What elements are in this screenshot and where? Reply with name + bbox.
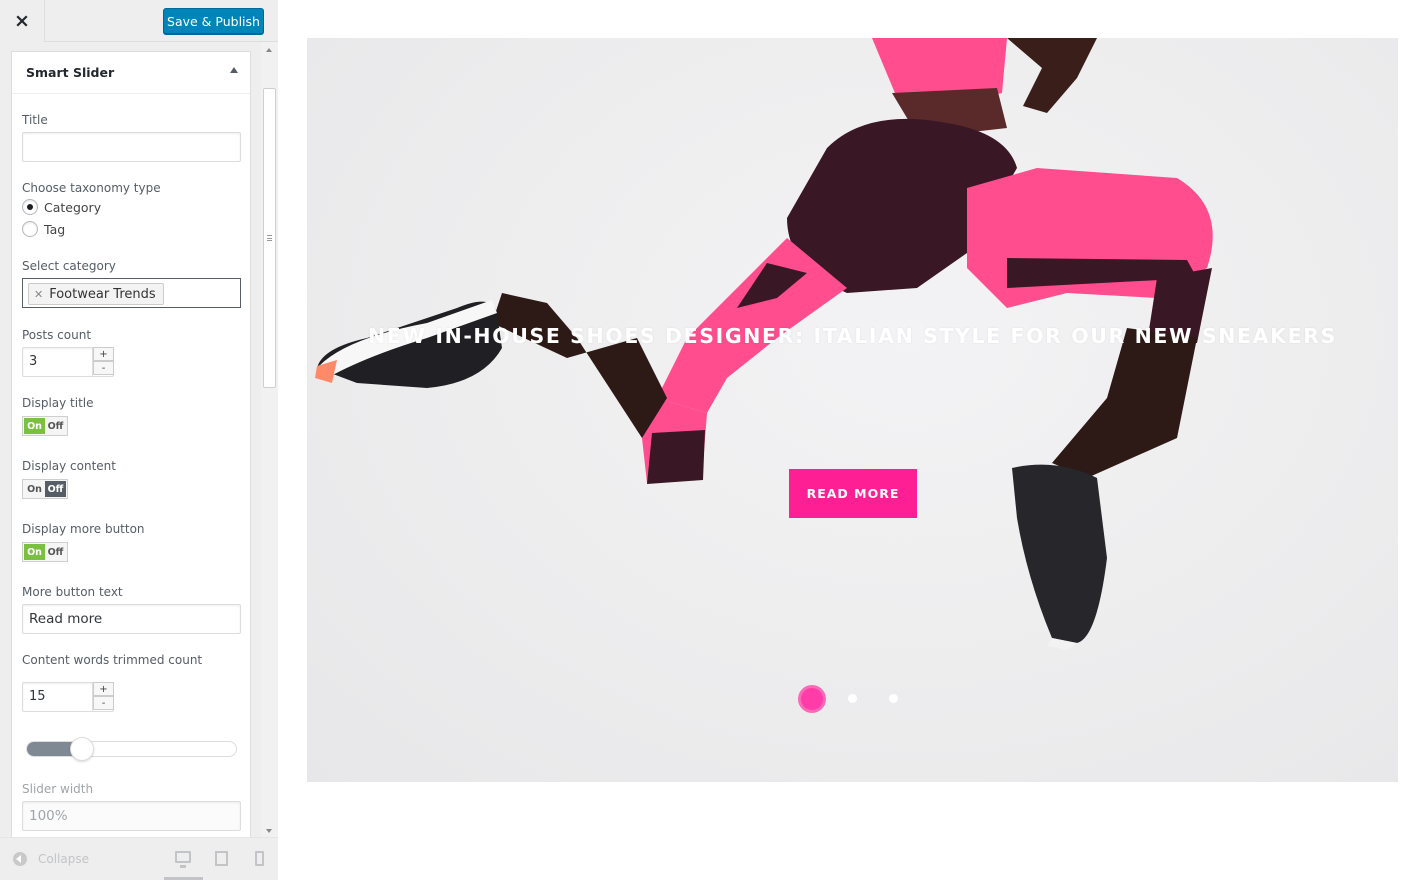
increment-button[interactable]: + (93, 347, 114, 361)
slider-dot[interactable] (889, 694, 898, 703)
triangle-up-icon[interactable] (230, 67, 238, 73)
trim-count-value: 15 (29, 689, 46, 704)
radio-tag-button[interactable] (22, 221, 38, 237)
display-title-label: Display title (22, 396, 94, 410)
scroll-down-arrow-icon[interactable] (266, 829, 272, 833)
radio-category-button[interactable] (22, 199, 38, 215)
category-select[interactable]: ✕ Footwear Trends (22, 278, 241, 308)
tablet-icon[interactable] (215, 851, 228, 866)
site-preview: New in-house shoes designer: Italian sty… (279, 0, 1425, 880)
taxonomy-label: Choose taxonomy type (22, 181, 161, 195)
close-button[interactable] (0, 0, 45, 42)
trim-count-spinner: + - (92, 682, 114, 712)
smart-slider: New in-house shoes designer: Italian sty… (307, 38, 1398, 782)
panel-header: Save & Publish (0, 0, 278, 42)
slide-title: New in-house shoes designer: Italian sty… (368, 324, 1337, 348)
slider-dot-active[interactable] (798, 685, 826, 713)
toggle-on: On (24, 418, 45, 434)
display-content-label: Display content (22, 459, 116, 473)
range-handle[interactable] (69, 737, 94, 761)
slider-width-label: Slider width (22, 782, 94, 796)
posts-count-label: Posts count (22, 328, 92, 342)
read-more-button[interactable]: Read more (789, 469, 917, 518)
customizer-panel: Save & Publish Smart Slider Title Choose… (0, 0, 278, 880)
category-tag: ✕ Footwear Trends (28, 283, 164, 305)
desktop-icon[interactable] (175, 851, 191, 868)
posts-count-value: 3 (29, 354, 38, 369)
category-tag-label: Footwear Trends (49, 286, 156, 302)
display-more-label: Display more button (22, 522, 145, 536)
grip-icon (267, 235, 272, 241)
title-input[interactable] (22, 132, 241, 162)
posts-count-input[interactable]: 3 + - (22, 347, 114, 377)
toggle-off: Off (47, 546, 64, 558)
panel-scroll-area: Smart Slider Title Choose taxonomy type … (0, 42, 278, 837)
toggle-off: Off (47, 420, 64, 432)
panel-footer: Collapse (0, 837, 278, 880)
toggle-on: On (24, 544, 45, 560)
slider-dot[interactable] (848, 694, 857, 703)
athlete-jumping-photo (315, 38, 1213, 650)
scroll-up-arrow-icon[interactable] (266, 48, 272, 52)
mobile-icon[interactable] (255, 851, 264, 866)
toggle-off: Off (45, 481, 66, 497)
collapse-arrow-icon[interactable] (13, 852, 27, 866)
trim-range-slider[interactable] (26, 737, 237, 761)
section-title: Smart Slider (26, 65, 115, 80)
section-header[interactable]: Smart Slider (12, 52, 250, 94)
radio-tag-label: Tag (44, 221, 66, 237)
trim-count-input[interactable]: 15 + - (22, 682, 114, 712)
display-content-toggle[interactable]: On Off (22, 479, 68, 499)
close-icon (16, 15, 28, 27)
remove-tag-icon[interactable]: ✕ (34, 288, 43, 301)
posts-count-spinner: + - (92, 347, 114, 377)
scroll-thumb[interactable] (263, 88, 276, 388)
category-label: Select category (22, 259, 116, 273)
radio-tag[interactable]: Tag (22, 221, 65, 237)
trim-count-label: Content words trimmed count (22, 653, 203, 667)
radio-category-label: Category (44, 199, 102, 215)
save-publish-button[interactable]: Save & Publish (163, 8, 264, 34)
more-text-label: More button text (22, 585, 123, 599)
increment-button[interactable]: + (93, 682, 114, 696)
title-label: Title (22, 113, 48, 127)
toggle-on: On (27, 483, 42, 495)
slider-width-input[interactable]: 100% (22, 801, 241, 831)
smart-slider-section: Smart Slider Title Choose taxonomy type … (11, 51, 251, 837)
panel-scrollbar[interactable] (261, 42, 278, 837)
decrement-button[interactable]: - (93, 361, 114, 375)
display-title-toggle[interactable]: On Off (22, 416, 68, 436)
radio-category[interactable]: Category (22, 199, 101, 215)
more-text-input[interactable]: Read more (22, 604, 241, 634)
display-more-toggle[interactable]: On Off (22, 542, 68, 562)
collapse-label[interactable]: Collapse (38, 852, 89, 866)
decrement-button[interactable]: - (93, 696, 114, 710)
